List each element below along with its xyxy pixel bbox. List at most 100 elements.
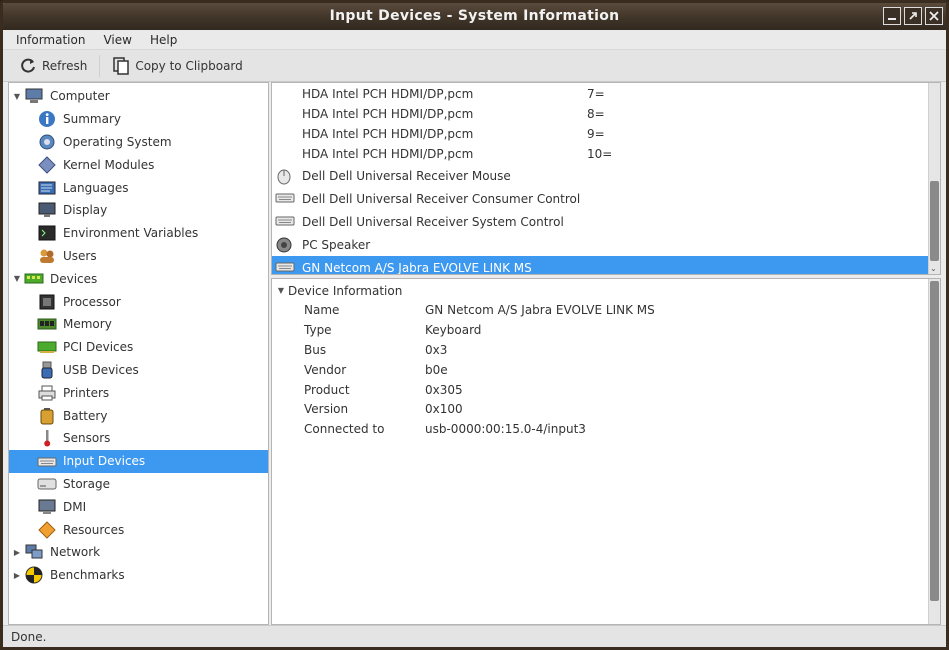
sidebar-item-input-devices[interactable]: Input Devices bbox=[9, 449, 268, 473]
keyboard-icon bbox=[37, 452, 57, 470]
device-name: HDA Intel PCH HDMI/DP,pcm bbox=[302, 107, 474, 121]
menu-information[interactable]: Information bbox=[7, 30, 94, 49]
thermometer-icon bbox=[37, 429, 57, 447]
battery-icon bbox=[37, 407, 57, 425]
tree-network[interactable]: ▶ Network bbox=[9, 541, 268, 564]
detail-value: usb-0000:00:15.0-4/input3 bbox=[425, 422, 586, 437]
sidebar-item-battery[interactable]: Battery bbox=[9, 404, 268, 427]
list-item[interactable]: HDA Intel PCH HDMI/DP,pcm 10= bbox=[272, 144, 940, 164]
refresh-label: Refresh bbox=[42, 58, 88, 73]
device-value: 10= bbox=[587, 147, 613, 161]
copy-icon bbox=[113, 56, 130, 75]
sidebar-item-label: Kernel Modules bbox=[63, 157, 155, 172]
expanded-arrow-icon[interactable]: ▼ bbox=[10, 274, 24, 283]
detail-scrollbar[interactable] bbox=[928, 279, 940, 624]
tree-network-label: Network bbox=[50, 545, 101, 560]
tree-benchmarks[interactable]: ▶ Benchmarks bbox=[9, 564, 268, 587]
sidebar-item-label: Operating System bbox=[63, 134, 172, 149]
device-list-item[interactable]: PC Speaker bbox=[272, 233, 940, 256]
toolbar-separator bbox=[99, 54, 101, 77]
sidebar-item-processor[interactable]: Processor bbox=[9, 290, 268, 313]
sidebar-item-languages[interactable]: Languages bbox=[9, 176, 268, 199]
list-item[interactable]: HDA Intel PCH HDMI/DP,pcm 9= bbox=[272, 124, 940, 144]
sidebar-item-resources[interactable]: Resources bbox=[9, 518, 268, 541]
detail-row[interactable]: Version 0x100 bbox=[272, 400, 940, 420]
device-list-item[interactable]: GN Netcom A/S Jabra EVOLVE LINK MS bbox=[272, 256, 940, 274]
sidebar-item-label: Languages bbox=[63, 180, 129, 195]
keyboard-icon bbox=[275, 259, 295, 274]
memory-icon bbox=[37, 315, 57, 333]
close-button[interactable] bbox=[925, 7, 943, 25]
sidebar-item-environment-variables[interactable]: Environment Variables bbox=[9, 222, 268, 245]
sidebar-item-storage[interactable]: Storage bbox=[9, 473, 268, 496]
device-list-scrollbar[interactable]: ⌄ bbox=[928, 83, 940, 274]
detail-row[interactable]: Type Keyboard bbox=[272, 321, 940, 341]
device-name: Dell Dell Universal Receiver Mouse bbox=[302, 168, 511, 183]
sidebar-item-display[interactable]: Display bbox=[9, 199, 268, 222]
detail-value: 0x100 bbox=[425, 402, 463, 417]
device-value: 7= bbox=[587, 87, 605, 101]
detail-key: Connected to bbox=[304, 422, 385, 437]
dmi-icon bbox=[37, 498, 57, 516]
gear-icon bbox=[37, 133, 57, 151]
sidebar-item-dmi[interactable]: DMI bbox=[9, 495, 268, 518]
sidebar-item-memory[interactable]: Memory bbox=[9, 313, 268, 336]
sidebar-item-pci-devices[interactable]: PCI Devices bbox=[9, 336, 268, 359]
list-item[interactable]: HDA Intel PCH HDMI/DP,pcm 7= bbox=[272, 84, 940, 104]
scroll-down-arrow-icon[interactable]: ⌄ bbox=[930, 264, 937, 273]
sidebar-item-label: Battery bbox=[63, 408, 108, 423]
detail-row[interactable]: Name GN Netcom A/S Jabra EVOLVE LINK MS bbox=[272, 301, 940, 321]
maximize-button[interactable] bbox=[904, 7, 922, 25]
collapsed-arrow-icon[interactable]: ▶ bbox=[10, 548, 24, 557]
detail-row[interactable]: Product 0x305 bbox=[272, 381, 940, 401]
expanded-arrow-icon[interactable]: ▼ bbox=[10, 92, 24, 101]
module-icon bbox=[37, 156, 57, 174]
sidebar-tree: ▼ Computer Summary Operating System Kernel… bbox=[8, 82, 269, 625]
printer-icon bbox=[37, 384, 57, 402]
sidebar-item-printers[interactable]: Printers bbox=[9, 381, 268, 404]
device-list-item[interactable]: Dell Dell Universal Receiver Consumer Co… bbox=[272, 187, 940, 210]
refresh-button[interactable]: Refresh bbox=[11, 54, 95, 78]
device-list-item[interactable]: Dell Dell Universal Receiver System Cont… bbox=[272, 210, 940, 233]
minimize-button[interactable] bbox=[883, 7, 901, 25]
menu-help[interactable]: Help bbox=[141, 30, 186, 49]
menu-view[interactable]: View bbox=[94, 30, 140, 49]
detail-key: Bus bbox=[304, 342, 327, 357]
detail-key: Product bbox=[304, 382, 350, 397]
sidebar-item-summary[interactable]: Summary bbox=[9, 108, 268, 131]
detail-scroll-thumb[interactable] bbox=[930, 281, 939, 601]
detail-row[interactable]: Connected to usb-0000:00:15.0-4/input3 bbox=[272, 420, 940, 440]
detail-row[interactable]: Vendor b0e bbox=[272, 361, 940, 381]
minimize-icon bbox=[888, 18, 896, 20]
expanded-arrow-icon[interactable]: ▼ bbox=[274, 286, 288, 295]
detail-section-header[interactable]: ▼ Device Information bbox=[272, 280, 940, 301]
sidebar-item-label: Display bbox=[63, 203, 108, 218]
sidebar-item-sensors[interactable]: Sensors bbox=[9, 427, 268, 450]
usb-icon bbox=[37, 361, 57, 379]
sidebar-item-kernel-modules[interactable]: Kernel Modules bbox=[9, 153, 268, 176]
collapsed-arrow-icon[interactable]: ▶ bbox=[10, 571, 24, 580]
sidebar-item-label: Printers bbox=[63, 385, 110, 400]
sidebar-item-label: Storage bbox=[63, 476, 110, 491]
device-list-scroll-thumb[interactable] bbox=[930, 181, 939, 261]
devices-icon bbox=[24, 270, 44, 288]
copy-to-clipboard-button[interactable]: Copy to Clipboard bbox=[104, 53, 250, 79]
sidebar-item-usb-devices[interactable]: USB Devices bbox=[9, 359, 268, 382]
detail-key: Version bbox=[304, 402, 349, 417]
copy-label: Copy to Clipboard bbox=[135, 58, 243, 73]
device-list-item[interactable]: Dell Dell Universal Receiver Mouse bbox=[272, 164, 940, 187]
tree-devices[interactable]: ▼ Devices bbox=[9, 267, 268, 290]
tree-computer[interactable]: ▼ Computer bbox=[9, 85, 268, 108]
detail-row[interactable]: Bus 0x3 bbox=[272, 341, 940, 361]
sidebar-item-label: DMI bbox=[63, 499, 87, 514]
list-item[interactable]: HDA Intel PCH HDMI/DP,pcm 8= bbox=[272, 104, 940, 124]
refresh-icon bbox=[21, 58, 35, 73]
detail-section-title: Device Information bbox=[288, 283, 403, 298]
device-value: 9= bbox=[587, 127, 605, 141]
sidebar-item-operating-system[interactable]: Operating System bbox=[9, 131, 268, 154]
sidebar-item-users[interactable]: Users bbox=[9, 245, 268, 268]
detail-value: b0e bbox=[425, 362, 448, 377]
resources-icon bbox=[37, 520, 57, 539]
title-bar[interactable]: Input Devices - System Information bbox=[3, 3, 946, 30]
pci-icon bbox=[37, 338, 57, 356]
